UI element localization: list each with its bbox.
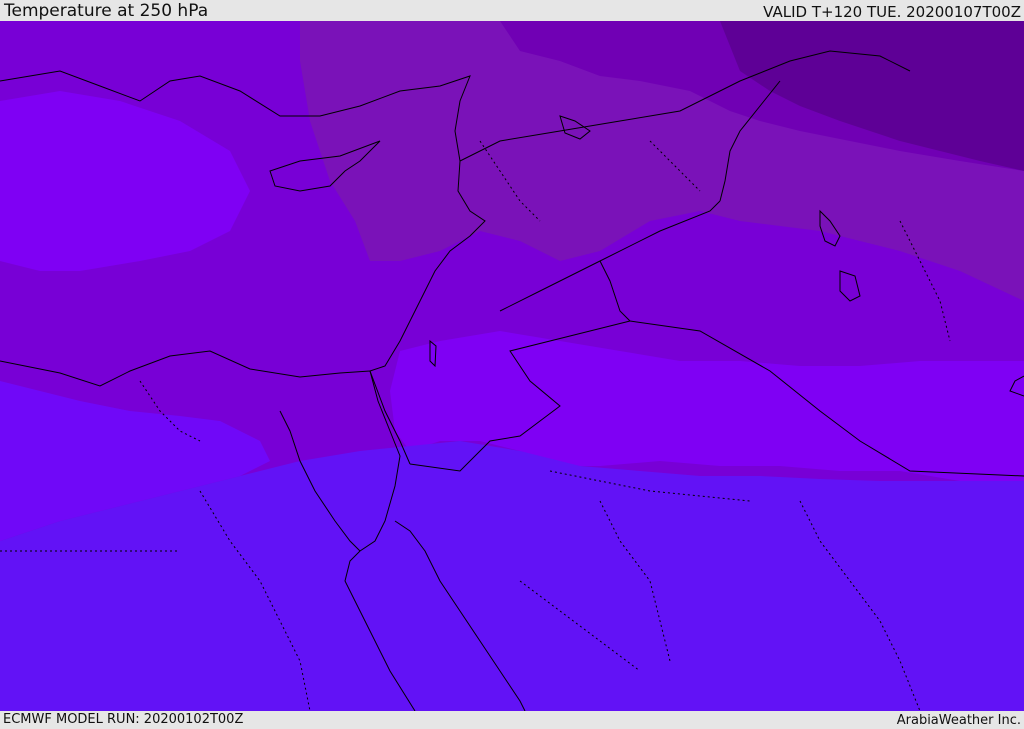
temperature-map[interactable] xyxy=(0,21,1024,711)
header-bar: Temperature at 250 hPa VALID T+120 TUE. … xyxy=(0,0,1024,21)
credit-label: ArabiaWeather Inc. xyxy=(896,713,1021,728)
map-title: Temperature at 250 hPa xyxy=(4,1,209,21)
map-canvas xyxy=(0,21,1024,711)
footer-bar: ECMWF MODEL RUN: 20200102T00Z ArabiaWeat… xyxy=(0,711,1024,729)
model-run-label: ECMWF MODEL RUN: 20200102T00Z xyxy=(3,712,244,727)
valid-time-label: VALID T+120 TUE. 20200107T00Z xyxy=(763,3,1021,21)
